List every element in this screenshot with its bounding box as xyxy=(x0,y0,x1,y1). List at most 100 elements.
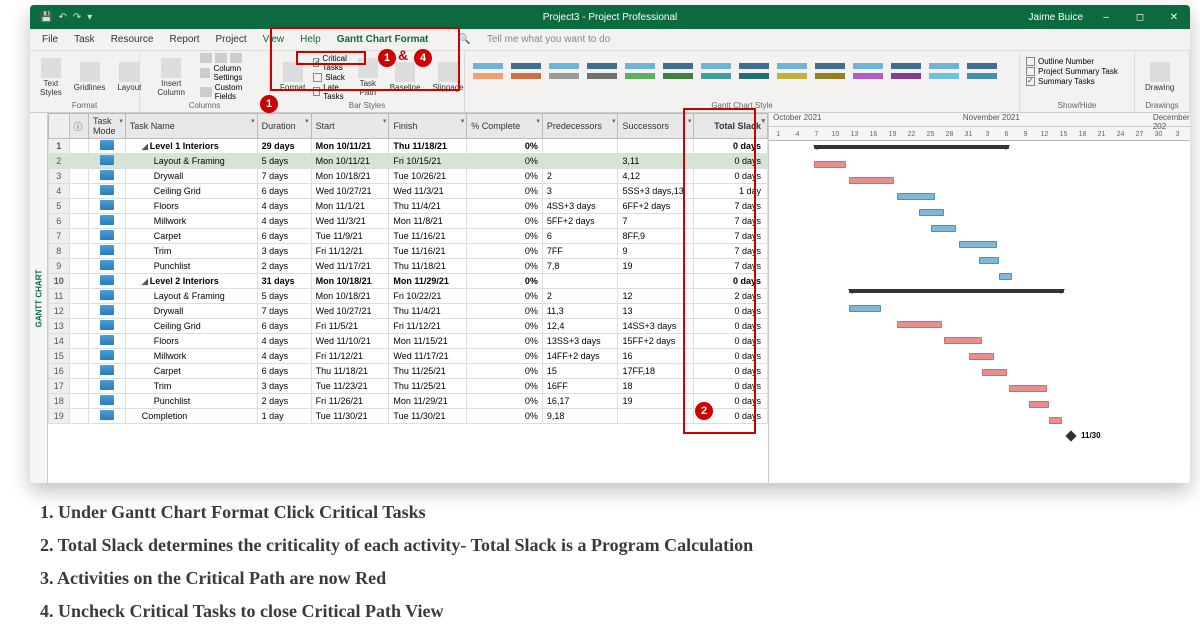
column-settings-button[interactable]: Column Settings xyxy=(200,64,263,82)
table-row[interactable]: 19Completion1 dayTue 11/30/21Tue 11/30/2… xyxy=(49,409,768,424)
format-button[interactable]: Format xyxy=(276,53,309,101)
gantt-bar[interactable] xyxy=(982,369,1007,376)
gantt-bar[interactable] xyxy=(969,353,994,360)
tab-file[interactable]: File xyxy=(42,34,58,45)
gantt-bar[interactable] xyxy=(959,241,997,248)
tab-task[interactable]: Task xyxy=(74,34,95,45)
gantt-bar[interactable] xyxy=(919,209,944,216)
gantt-bar[interactable] xyxy=(944,337,982,344)
outline-number-checkbox[interactable]: Outline Number xyxy=(1026,57,1128,66)
gantt-chart[interactable]: October 2021 November 2021 December 202 … xyxy=(768,113,1190,483)
gantt-bar[interactable] xyxy=(979,257,999,264)
auto-schedule-icon xyxy=(100,215,114,225)
tab-help[interactable]: Help xyxy=(300,34,321,45)
style-swatch[interactable] xyxy=(473,57,503,85)
minimize-button[interactable]: – xyxy=(1095,12,1117,23)
gantt-bar[interactable] xyxy=(849,289,1064,293)
style-swatch[interactable] xyxy=(815,57,845,85)
auto-schedule-icon xyxy=(100,335,114,345)
table-row[interactable]: 6Millwork4 daysWed 11/3/21Mon 11/8/210%5… xyxy=(49,214,768,229)
style-swatch[interactable] xyxy=(701,57,731,85)
gantt-bar[interactable] xyxy=(849,177,894,184)
tab-gantt-format[interactable]: Gantt Chart Format xyxy=(337,34,429,45)
table-row[interactable]: 16Carpet6 daysThu 11/18/21Thu 11/25/210%… xyxy=(49,364,768,379)
tab-report[interactable]: Report xyxy=(170,34,200,45)
style-swatch[interactable] xyxy=(929,57,959,85)
table-row[interactable]: 7Carpet6 daysTue 11/9/21Tue 11/16/210%68… xyxy=(49,229,768,244)
text-styles-button[interactable]: Text Styles xyxy=(36,53,66,101)
close-button[interactable]: ✕ xyxy=(1163,12,1185,23)
tab-project[interactable]: Project xyxy=(216,34,247,45)
style-swatch[interactable] xyxy=(777,57,807,85)
gantt-bar[interactable] xyxy=(1049,417,1062,424)
user-name[interactable]: Jaime Buice xyxy=(1029,12,1083,23)
slippage-button[interactable]: Slippage xyxy=(428,53,467,101)
project-summary-checkbox[interactable]: Project Summary Task xyxy=(1026,67,1128,76)
table-row[interactable]: 10◢Level 2 Interiors31 daysMon 10/18/21M… xyxy=(49,274,768,289)
search-icon[interactable]: 🔍 xyxy=(458,34,470,45)
columns-group-label: Columns xyxy=(146,101,263,110)
task-path-icon xyxy=(358,58,378,78)
table-row[interactable]: 8Trim3 daysFri 11/12/21Tue 11/16/210%7FF… xyxy=(49,244,768,259)
style-swatch[interactable] xyxy=(549,57,579,85)
restore-button[interactable]: ◻ xyxy=(1129,12,1151,23)
auto-schedule-icon xyxy=(100,245,114,255)
style-swatch[interactable] xyxy=(739,57,769,85)
table-row[interactable]: 1◢Level 1 Interiors29 daysMon 10/11/21Th… xyxy=(49,139,768,154)
late-tasks-checkbox[interactable]: Late Tasks xyxy=(313,83,349,101)
task-grid[interactable]: ⓘ Task Mode▾ Task Name▾ Duration▾ Start▾… xyxy=(48,113,768,483)
undo-icon[interactable]: ↶ xyxy=(58,12,66,23)
ribbon: Text Styles Gridlines Layout Format Inse… xyxy=(30,51,1190,113)
gantt-bar[interactable] xyxy=(897,321,942,328)
gantt-bar[interactable] xyxy=(814,145,1009,149)
table-row[interactable]: 18Punchlist2 daysFri 11/26/21Mon 11/29/2… xyxy=(49,394,768,409)
table-row[interactable]: 2Layout & Framing5 daysMon 10/11/21Fri 1… xyxy=(49,154,768,169)
table-row[interactable]: 11Layout & Framing5 daysMon 10/18/21Fri … xyxy=(49,289,768,304)
style-swatch[interactable] xyxy=(891,57,921,85)
col-start: Start▾ xyxy=(311,114,389,139)
col-predecessors: Predecessors▾ xyxy=(542,114,618,139)
insert-column-button[interactable]: Insert Column xyxy=(146,53,196,101)
gantt-style-gallery[interactable] xyxy=(471,53,1013,101)
style-swatch[interactable] xyxy=(587,57,617,85)
style-swatch[interactable] xyxy=(853,57,883,85)
tab-view[interactable]: View xyxy=(263,34,285,45)
style-swatch[interactable] xyxy=(967,57,997,85)
table-row[interactable]: 9Punchlist2 daysWed 11/17/21Thu 11/18/21… xyxy=(49,259,768,274)
table-row[interactable]: 12Drywall7 daysWed 10/27/21Thu 11/4/210%… xyxy=(49,304,768,319)
gantt-bar[interactable] xyxy=(1009,385,1047,392)
tell-me-input[interactable]: Tell me what you want to do xyxy=(487,34,610,45)
save-icon[interactable]: 💾 xyxy=(40,12,52,23)
view-sidebar[interactable]: GANTT CHART xyxy=(30,113,48,483)
table-row[interactable]: 3Drywall7 daysMon 10/18/21Tue 10/26/210%… xyxy=(49,169,768,184)
style-swatch[interactable] xyxy=(511,57,541,85)
baseline-icon xyxy=(395,62,415,82)
gridlines-button[interactable]: Gridlines xyxy=(70,53,110,101)
table-row[interactable]: 14Floors4 daysWed 11/10/21Mon 11/15/210%… xyxy=(49,334,768,349)
drawing-button[interactable]: Drawing xyxy=(1141,53,1178,101)
style-swatch[interactable] xyxy=(625,57,655,85)
gantt-bar[interactable] xyxy=(849,305,881,312)
redo-icon[interactable]: ↷ xyxy=(73,12,81,23)
gantt-bar[interactable] xyxy=(814,161,846,168)
table-row[interactable]: 17Trim3 daysTue 11/23/21Thu 11/25/210%16… xyxy=(49,379,768,394)
table-row[interactable]: 15Millwork4 daysFri 11/12/21Wed 11/17/21… xyxy=(49,349,768,364)
gantt-bar[interactable] xyxy=(931,225,956,232)
col-successors: Successors▾ xyxy=(618,114,694,139)
col-task-name: Task Name▾ xyxy=(125,114,257,139)
column-align-row[interactable] xyxy=(200,53,263,63)
gantt-bar[interactable] xyxy=(897,193,935,200)
gantt-bar[interactable] xyxy=(1029,401,1049,408)
slack-checkbox[interactable]: Slack xyxy=(313,73,349,82)
table-row[interactable]: 5Floors4 daysMon 11/1/21Thu 11/4/210%4SS… xyxy=(49,199,768,214)
milestone-label: 11/30 xyxy=(1081,431,1101,440)
table-row[interactable]: 13Ceiling Grid6 daysFri 11/5/21Fri 11/12… xyxy=(49,319,768,334)
gantt-bar[interactable] xyxy=(999,273,1012,280)
style-swatch[interactable] xyxy=(663,57,693,85)
summary-tasks-checkbox[interactable]: Summary Tasks xyxy=(1026,77,1128,86)
tab-resource[interactable]: Resource xyxy=(111,34,154,45)
qat-more-icon[interactable]: ▾ xyxy=(87,12,92,23)
custom-fields-button[interactable]: Custom Fields xyxy=(200,83,263,101)
critical-tasks-checkbox[interactable]: Critical Tasks xyxy=(313,54,349,72)
table-row[interactable]: 4Ceiling Grid6 daysWed 10/27/21Wed 11/3/… xyxy=(49,184,768,199)
